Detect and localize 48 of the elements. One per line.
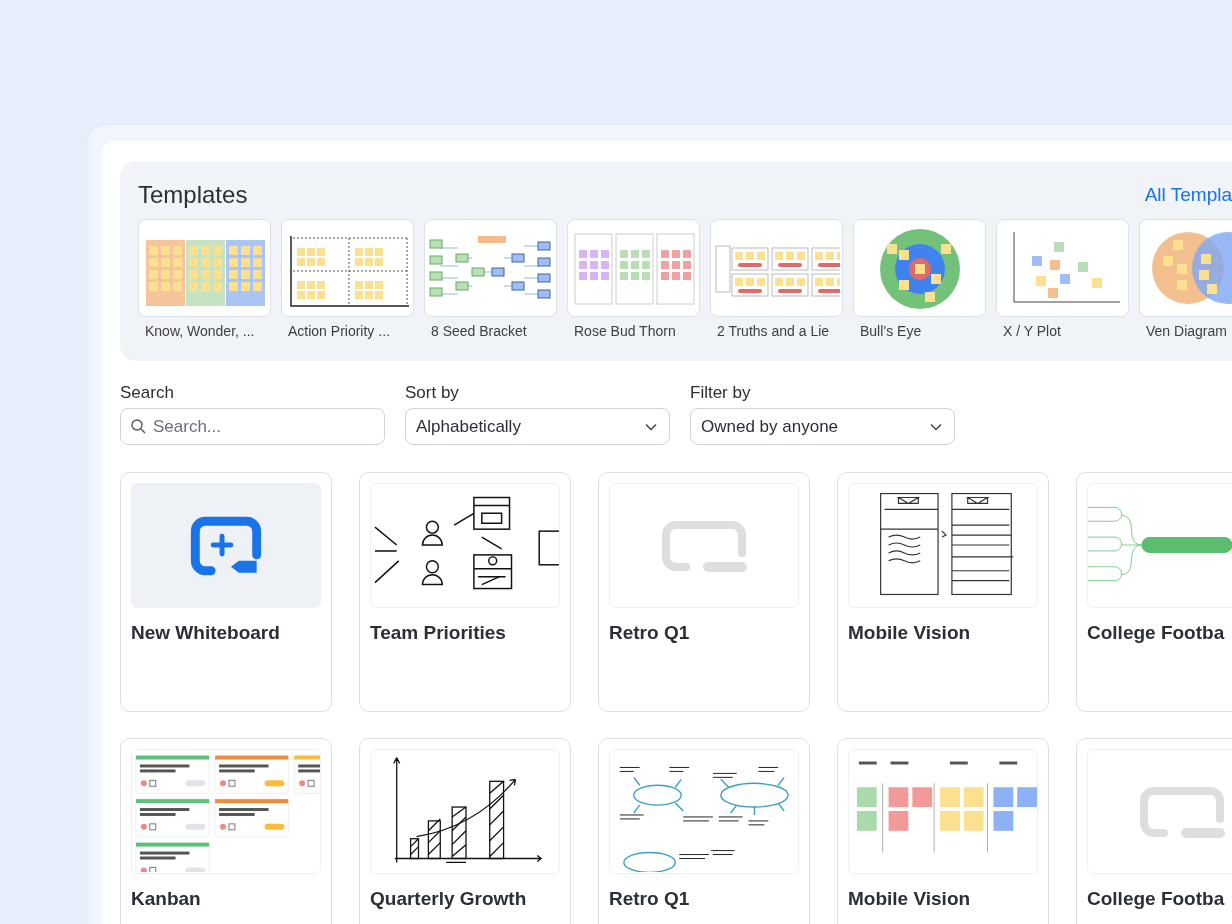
- rounded-frame-icon: [661, 519, 747, 572]
- board-card[interactable]: College Footba: [1076, 738, 1232, 924]
- board-card[interactable]: Retro Q1: [598, 738, 810, 924]
- template-thumbnail[interactable]: [138, 219, 271, 317]
- board-card[interactable]: Mobile Vision: [837, 472, 1049, 712]
- template-label: Bull’s Eye: [859, 323, 923, 339]
- board-title: Kanban: [131, 888, 202, 910]
- section-title: Templates: [138, 181, 248, 209]
- board-title: Retro Q1: [609, 622, 691, 644]
- board-card[interactable]: Kanban: [120, 738, 332, 924]
- template-label: Action Priority ...: [287, 323, 391, 339]
- board-title: Mobile Vision: [848, 622, 972, 644]
- board-card[interactable]: Quarterly Growth: [359, 738, 571, 924]
- search-field[interactable]: Search...: [120, 408, 385, 445]
- board-title: Retro Q1: [609, 888, 691, 910]
- template-label: X / Y Plot: [1002, 323, 1062, 339]
- template-label: Rose Bud Thorn: [573, 323, 677, 339]
- template-thumbnail[interactable]: [424, 219, 557, 317]
- chevron-down-icon: [930, 422, 942, 431]
- board-title: Mobile Vision: [848, 888, 972, 910]
- board-card[interactable]: Retro Q1: [598, 472, 810, 712]
- template-thumbnail[interactable]: [853, 219, 986, 317]
- template-thumbnail[interactable]: [996, 219, 1129, 317]
- board-card[interactable]: New Whiteboard: [120, 472, 332, 712]
- field-label: Search: [120, 383, 175, 403]
- template-label: 8 Seed Bracket: [430, 323, 528, 339]
- template-label: Know, Wonder, ...: [144, 323, 256, 339]
- board-card[interactable]: College Footba: [1076, 472, 1232, 712]
- rounded-frame-icon: [1139, 785, 1225, 838]
- dropdown[interactable]: Alphabetically: [405, 408, 670, 445]
- board-card[interactable]: Mobile Vision: [837, 738, 1049, 924]
- board-title: New Whiteboard: [131, 622, 281, 644]
- board-card[interactable]: Team Priorities: [359, 472, 571, 712]
- template-thumbnail[interactable]: [281, 219, 414, 317]
- template-label: Ven Diagram: [1145, 323, 1228, 339]
- chevron-down-icon: [645, 422, 657, 431]
- search-icon: [131, 419, 146, 434]
- board-title: Quarterly Growth: [370, 888, 528, 910]
- template-thumbnail[interactable]: [567, 219, 700, 317]
- field-label: Sort by: [405, 383, 460, 403]
- template-label: 2 Truths and a Lie: [716, 323, 831, 339]
- template-thumbnail[interactable]: [710, 219, 843, 317]
- board-title: College Footba: [1087, 622, 1226, 644]
- dropdown[interactable]: Owned by anyone: [690, 408, 955, 445]
- field-label: Filter by: [690, 383, 752, 403]
- all-templates-link[interactable]: All Templa: [1144, 184, 1232, 206]
- board-title: College Footba: [1087, 888, 1226, 910]
- board-title: Team Priorities: [370, 622, 507, 644]
